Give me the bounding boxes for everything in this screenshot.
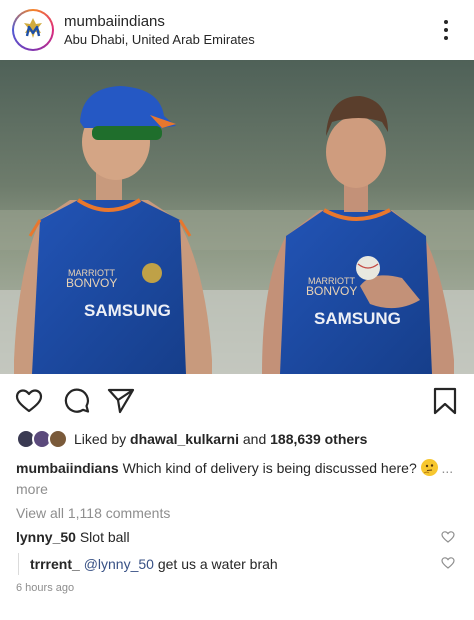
jersey-sponsor-left: SAMSUNG — [84, 301, 171, 320]
caption-username[interactable]: mumbaiindians — [16, 460, 119, 476]
liker-avatars — [16, 428, 74, 450]
comment-username[interactable]: lynny_50 — [16, 529, 76, 545]
reply-username[interactable]: trrrent_ — [30, 556, 80, 572]
post-photo[interactable]: MARRIOTT BONVOY SAMSUNG MARRIOTT BONVOY … — [0, 60, 474, 374]
likes-summary[interactable]: Liked by dhawal_kulkarni and 188,639 oth… — [16, 428, 367, 450]
comment-text: Slot ball — [79, 529, 130, 545]
send-icon[interactable] — [106, 386, 136, 416]
reply-text: get us a water brah — [157, 556, 278, 572]
comment-item: lynny_50 Slot ball — [16, 529, 130, 545]
reply-item: trrrent_ @lynny_50 get us a water brah — [30, 556, 278, 572]
reply-thread-line — [18, 553, 19, 575]
post-caption: mumbaiindians Which kind of delivery is … — [16, 458, 456, 500]
players-photo: MARRIOTT BONVOY SAMSUNG MARRIOTT BONVOY … — [0, 60, 474, 374]
comment-icon[interactable] — [62, 386, 92, 416]
caption-text: Which kind of delivery is being discusse… — [122, 460, 417, 476]
profile-avatar[interactable] — [12, 9, 54, 51]
jersey-partner-line2-left: BONVOY — [66, 276, 117, 290]
post-location[interactable]: Abu Dhabi, United Arab Emirates — [64, 32, 255, 47]
comment-like-heart-icon[interactable] — [441, 530, 455, 544]
reply-like-heart-icon[interactable] — [441, 556, 455, 570]
liked-by-connector: and — [238, 431, 271, 447]
likes-count[interactable]: 188,639 others — [270, 431, 367, 447]
liked-by-prefix: Liked by — [74, 431, 131, 447]
jersey-sponsor-right: SAMSUNG — [314, 309, 401, 328]
post-timestamp: 6 hours ago — [16, 582, 75, 594]
bookmark-icon[interactable] — [430, 386, 460, 416]
liker-avatar — [48, 429, 68, 449]
mumbai-indians-logo-icon — [24, 18, 42, 38]
post-header: mumbaiindians Abu Dhabi, United Arab Emi… — [0, 0, 474, 60]
reply-mention[interactable]: @lynny_50 — [84, 556, 154, 572]
post-username[interactable]: mumbaiindians — [64, 13, 165, 30]
more-options-icon[interactable] — [436, 18, 456, 42]
post-actions — [0, 384, 474, 418]
heart-icon[interactable] — [14, 386, 44, 416]
liker-username[interactable]: dhawal_kulkarni — [130, 431, 239, 447]
jersey-partner-line2-right: BONVOY — [306, 284, 357, 298]
thinking-face-icon — [420, 459, 438, 476]
view-all-comments-link[interactable]: View all 1,118 comments — [16, 505, 170, 521]
